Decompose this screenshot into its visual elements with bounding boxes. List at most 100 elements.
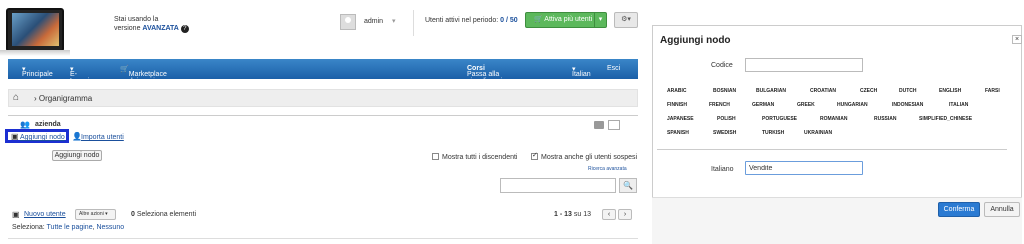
- chevron-down-icon[interactable]: ▾: [392, 17, 396, 25]
- switch-view-link[interactable]: Passa alla visualizzazione Corsi: [467, 65, 514, 85]
- language-tab[interactable]: ENGLISH: [939, 88, 961, 94]
- username[interactable]: admin: [364, 18, 383, 25]
- select-line: Seleziona: Tutte le pagine, Nessuno: [12, 224, 125, 231]
- buy-users-label: Attiva più utenti: [544, 16, 593, 23]
- nav-item-marketplace[interactable]: 🛒 Marketplace dei corsi: [120, 65, 167, 85]
- logo-shadow: [0, 50, 70, 56]
- active-users-value: 0 / 50: [500, 17, 518, 24]
- import-users-link[interactable]: Importa utenti: [81, 134, 124, 141]
- avatar[interactable]: [340, 14, 356, 30]
- close-icon[interactable]: ×: [1012, 35, 1022, 44]
- search-icon[interactable]: 🔍: [619, 178, 637, 193]
- other-actions-label: Altre azioni: [79, 211, 104, 217]
- breadcrumb-label: Organigramma: [38, 94, 93, 103]
- logout-link[interactable]: Esci: [607, 65, 620, 72]
- language-tab[interactable]: FRENCH: [709, 102, 730, 108]
- checkbox-box[interactable]: [432, 153, 439, 160]
- nav-item-label: E-Learning: [70, 71, 98, 85]
- italian-label: Italiano: [711, 166, 734, 173]
- version-line1: Stai usando la: [114, 16, 159, 23]
- divider: [8, 238, 638, 239]
- search-input[interactable]: [500, 178, 616, 193]
- chevron-down-icon[interactable]: ▾: [594, 13, 606, 27]
- advanced-search-link[interactable]: Ricerca avanzata: [588, 166, 627, 172]
- language-tab[interactable]: BULGARIAN: [756, 88, 786, 94]
- language-tab[interactable]: FARSI: [985, 88, 1000, 94]
- language-tab[interactable]: SWEDISH: [713, 130, 736, 136]
- nav-item-principale[interactable]: Principale ▾: [22, 65, 53, 78]
- nav-item-label: Principale: [22, 71, 53, 78]
- active-users: Utenti attivi nel periodo: 0 / 50: [425, 17, 518, 24]
- nav-item-label: Marketplace dei corsi: [128, 71, 167, 85]
- new-user-icon: ▣: [12, 210, 20, 219]
- language-tab[interactable]: ARABIC: [667, 88, 686, 94]
- tablet-logo-image: [6, 8, 64, 52]
- folder-icon[interactable]: [594, 121, 604, 129]
- select-label: Seleziona:: [12, 224, 45, 231]
- language-menu[interactable]: Italian ▾: [572, 65, 591, 78]
- modal-title: Aggiungi nodo: [660, 35, 731, 46]
- language-tab[interactable]: UKRAINIAN: [804, 130, 832, 136]
- pager-range: 1 - 13: [554, 211, 572, 218]
- gear-icon[interactable]: ⚙▾: [614, 12, 638, 28]
- language-tab[interactable]: POLISH: [717, 116, 736, 122]
- tree-root-node[interactable]: azienda: [35, 121, 61, 128]
- checkbox-box[interactable]: [531, 151, 538, 160]
- tooltip: Aggiungi nodo: [52, 150, 102, 161]
- prev-page-button[interactable]: ‹: [602, 209, 616, 220]
- version-name: AVANZATA: [142, 25, 179, 32]
- buy-users-button[interactable]: 🛒 Attiva più utenti ▾: [525, 12, 607, 28]
- checkbox-label: Mostra anche gli utenti sospesi: [541, 154, 638, 161]
- switch-view-label: Passa alla visualizzazione: [467, 71, 515, 85]
- main-navbar: Principale ▾ E-Learning ▾ 🛒 Marketplace de…: [8, 59, 638, 85]
- code-label: Codice: [711, 62, 733, 69]
- search-node-icon[interactable]: [608, 120, 620, 130]
- language-tab[interactable]: ROMANIAN: [820, 116, 848, 122]
- language-tab[interactable]: RUSSIAN: [874, 116, 897, 122]
- modal-divider: [657, 149, 1007, 150]
- version-prefix: versione: [114, 25, 141, 32]
- language-tab[interactable]: GREEK: [797, 102, 815, 108]
- selection-label: Seleziona elementi: [136, 211, 197, 218]
- select-none-link[interactable]: Nessuno: [96, 224, 124, 231]
- home-icon[interactable]: ⌂: [13, 92, 19, 103]
- breadcrumb: [8, 89, 638, 107]
- show-descendants-checkbox[interactable]: Mostra tutti i discendenti: [432, 153, 517, 161]
- show-suspended-checkbox[interactable]: Mostra anche gli utenti sospesi: [531, 151, 638, 161]
- language-tab[interactable]: SIMPLIFIED_CHINESE: [919, 116, 972, 122]
- language-label: Italian: [572, 71, 591, 78]
- breadcrumb-current: › Organigramma: [34, 94, 93, 103]
- selection-count: 0 Seleziona elementi: [131, 211, 196, 218]
- language-tab[interactable]: DUTCH: [899, 88, 917, 94]
- selection-number: 0: [131, 211, 135, 218]
- group-icon: 👥: [20, 120, 30, 129]
- new-user-link[interactable]: Nuovo utente: [24, 211, 66, 218]
- nav-item-elearning[interactable]: E-Learning ▾: [70, 65, 97, 85]
- version-line2: versione AVANZATA?: [114, 25, 189, 33]
- language-tab[interactable]: FINNISH: [667, 102, 687, 108]
- language-tab[interactable]: CZECH: [860, 88, 877, 94]
- language-tab[interactable]: BOSNIAN: [713, 88, 736, 94]
- confirm-button[interactable]: Conferma: [938, 202, 980, 217]
- language-tab[interactable]: PORTUGUESE: [762, 116, 797, 122]
- select-all-pages-link[interactable]: Tutte le pagine: [47, 224, 93, 231]
- active-users-label: Utenti attivi nel periodo:: [425, 17, 499, 24]
- other-actions-dropdown[interactable]: Altre azioni ▾: [75, 209, 116, 220]
- pager-total: su 13: [573, 211, 591, 218]
- language-tab[interactable]: ITALIAN: [949, 102, 968, 108]
- add-node-link[interactable]: Aggiungi nodo: [20, 134, 65, 141]
- language-tab[interactable]: HUNGARIAN: [837, 102, 868, 108]
- language-tab[interactable]: GERMAN: [752, 102, 774, 108]
- add-node-icon: ▣: [11, 132, 19, 141]
- code-input[interactable]: [745, 58, 863, 72]
- help-icon[interactable]: ?: [180, 25, 189, 33]
- italian-name-input[interactable]: [745, 161, 863, 175]
- header-divider: [413, 10, 414, 36]
- language-tab[interactable]: SPANISH: [667, 130, 689, 136]
- language-tab[interactable]: JAPANESE: [667, 116, 694, 122]
- language-tab[interactable]: TURKISH: [762, 130, 784, 136]
- cancel-button[interactable]: Annulla: [984, 202, 1020, 217]
- language-tab[interactable]: CROATIAN: [810, 88, 836, 94]
- next-page-button[interactable]: ›: [618, 209, 632, 220]
- language-tab[interactable]: INDONESIAN: [892, 102, 923, 108]
